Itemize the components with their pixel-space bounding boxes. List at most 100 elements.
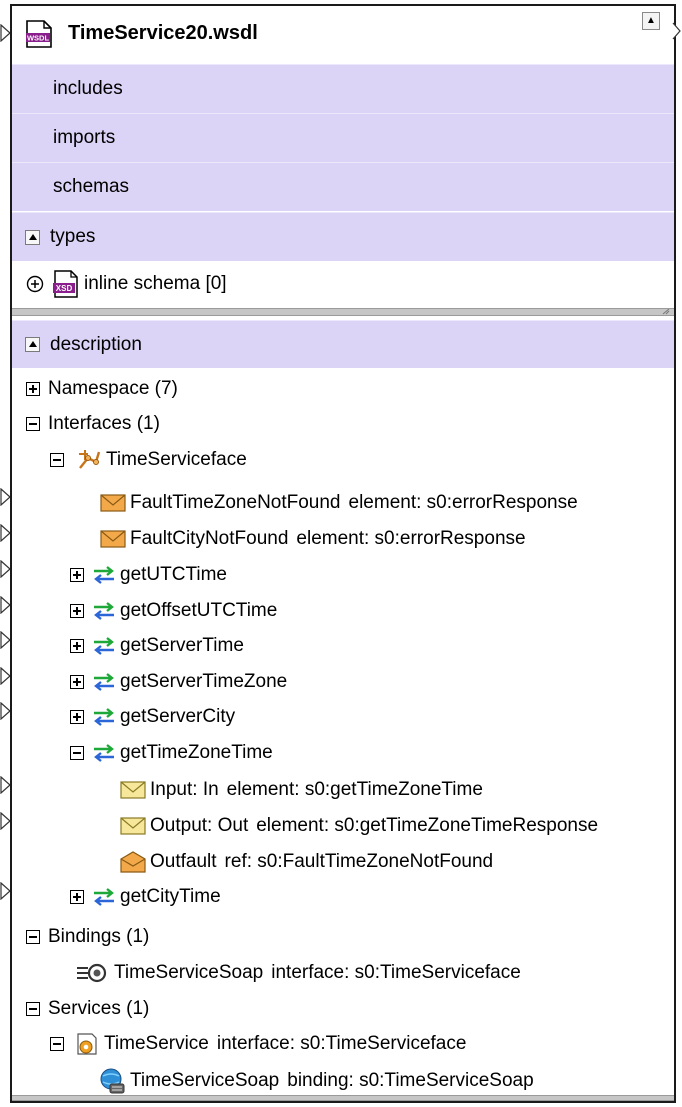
section-imports[interactable]: imports	[12, 113, 674, 162]
operation-name: getOffsetUTCTime	[120, 600, 278, 621]
operation-item[interactable]: getUTCTime	[70, 558, 227, 592]
message-detail: element: s0:getTimeZoneTime	[226, 779, 483, 800]
svg-text:WSDL: WSDL	[27, 34, 49, 43]
operation-item[interactable]: getServerTime	[70, 629, 244, 663]
operation-name: getServerCity	[120, 706, 236, 727]
expand-icon[interactable]	[70, 604, 84, 618]
endpoint-detail: binding: s0:TimeServiceSoap	[287, 1070, 534, 1091]
endpoint-name: TimeServiceSoap	[130, 1070, 280, 1091]
binding-detail: interface: s0:TimeServiceface	[271, 962, 521, 983]
collapse-icon[interactable]	[70, 746, 84, 760]
swap-arrows-icon	[94, 888, 114, 906]
operation-name: getServerTimeZone	[120, 671, 288, 692]
endpoint-item[interactable]: TimeServiceSoap binding: s0:TimeServiceS…	[98, 1064, 534, 1098]
binding-item[interactable]: TimeServiceSoap interface: s0:TimeServic…	[74, 956, 521, 990]
section-schemas[interactable]: schemas	[12, 162, 674, 211]
section-divider[interactable]	[12, 308, 674, 316]
interface-icon	[79, 450, 101, 469]
operation-name: getTimeZoneTime	[120, 742, 273, 763]
interface-name: TimeServiceface	[106, 449, 247, 470]
title-bar: WSDL TimeService20.wsdl ▲	[12, 6, 674, 64]
tree-node-interfaces[interactable]: Interfaces (1)	[26, 407, 160, 441]
service-icon	[77, 1033, 97, 1055]
expand-icon[interactable]	[26, 382, 40, 396]
fault-detail: element: s0:errorResponse	[296, 528, 526, 549]
section-description[interactable]: description	[12, 320, 674, 368]
fault-item[interactable]: FaultCityNotFound element: s0:errorRespo…	[100, 522, 526, 556]
section-types[interactable]: types	[12, 212, 674, 261]
fault-detail: element: s0:errorResponse	[348, 492, 578, 513]
collapse-triangle-icon[interactable]	[25, 337, 40, 352]
tree-node-interface[interactable]: TimeServiceface	[50, 443, 247, 477]
service-name: TimeService	[104, 1033, 209, 1054]
node-label: Bindings (1)	[48, 926, 150, 947]
service-item[interactable]: TimeService interface: s0:TimeServicefac…	[50, 1027, 466, 1061]
expand-icon[interactable]	[70, 568, 84, 582]
wsdl-component-box: WSDL TimeService20.wsdl ▲ includes impor…	[10, 4, 676, 1103]
operation-item[interactable]: getOffsetUTCTime	[70, 594, 277, 628]
collapse-triangle-icon[interactable]	[25, 229, 40, 245]
operation-name: getUTCTime	[120, 564, 227, 585]
section-label: description	[50, 333, 142, 355]
collapse-button[interactable]: ▲	[642, 12, 660, 30]
section-label: imports	[53, 127, 116, 148]
collapse-icon[interactable]	[50, 1037, 64, 1051]
tree-node-services[interactable]: Services (1)	[26, 992, 149, 1026]
message-item[interactable]: Outfault ref: s0:FaultTimeZoneNotFound	[120, 845, 493, 879]
expand-icon[interactable]	[70, 675, 84, 689]
resize-grip-icon[interactable]	[662, 309, 670, 315]
connector-port[interactable]	[672, 22, 682, 40]
section-includes[interactable]: includes	[12, 64, 674, 113]
message-item[interactable]: Output: Out element: s0:getTimeZoneTimeR…	[120, 809, 598, 843]
xsd-schema-icon: XSD	[53, 270, 78, 298]
message-detail: element: s0:getTimeZoneTimeResponse	[256, 815, 599, 836]
envelope-icon	[100, 530, 126, 548]
envelope-icon	[120, 781, 146, 799]
fault-name: FaultCityNotFound	[130, 528, 289, 549]
swap-arrows-icon	[94, 673, 114, 691]
expand-icon[interactable]	[70, 890, 84, 904]
svg-text:XSD: XSD	[56, 284, 73, 293]
swap-arrows-icon	[94, 708, 114, 726]
section-label: schemas	[53, 176, 130, 197]
file-title: TimeService20.wsdl	[68, 22, 258, 44]
swap-arrows-icon	[94, 602, 114, 620]
message-item[interactable]: Input: In element: s0:getTimeZoneTime	[120, 773, 483, 807]
node-label: Services (1)	[48, 998, 150, 1019]
swap-arrows-icon	[94, 566, 114, 584]
envelope-icon	[100, 494, 126, 512]
fault-name: FaultTimeZoneNotFound	[130, 492, 341, 513]
message-name: Input: In	[150, 779, 219, 800]
expand-icon[interactable]	[70, 639, 84, 653]
message-name: Output: Out	[150, 815, 249, 836]
envelope-icon	[120, 817, 146, 835]
inline-schema-label: inline schema [0]	[84, 273, 227, 294]
message-name: Outfault	[150, 851, 217, 872]
expand-circle-icon[interactable]	[26, 275, 44, 293]
node-label: Namespace (7)	[48, 378, 178, 399]
section-label: types	[50, 226, 96, 247]
fault-item[interactable]: FaultTimeZoneNotFound element: s0:errorR…	[100, 486, 578, 520]
message-detail: ref: s0:FaultTimeZoneNotFound	[224, 851, 494, 872]
operation-item[interactable]: getTimeZoneTime	[70, 736, 273, 770]
node-label: Interfaces (1)	[48, 413, 160, 434]
tree-node-namespace[interactable]: Namespace (7)	[26, 372, 178, 406]
operation-name: getServerTime	[120, 635, 244, 656]
collapse-icon[interactable]	[26, 1002, 40, 1016]
inline-schema-item[interactable]: XSD inline schema [0]	[26, 267, 227, 301]
globe-port-icon	[100, 1068, 125, 1094]
binding-icon	[77, 963, 107, 983]
operation-item[interactable]: getServerTimeZone	[70, 665, 287, 699]
binding-name: TimeServiceSoap	[114, 962, 264, 983]
collapse-icon[interactable]	[26, 417, 40, 431]
operation-item[interactable]: getServerCity	[70, 700, 235, 734]
section-label: includes	[53, 78, 123, 99]
operation-item[interactable]: getCityTime	[70, 880, 221, 914]
collapse-icon[interactable]	[50, 453, 64, 467]
wsdl-file-icon: WSDL	[26, 20, 52, 48]
collapse-icon[interactable]	[26, 930, 40, 944]
tree-node-bindings[interactable]: Bindings (1)	[26, 920, 149, 954]
envelope-icon	[120, 851, 146, 873]
bottom-edge	[12, 1095, 674, 1101]
expand-icon[interactable]	[70, 710, 84, 724]
